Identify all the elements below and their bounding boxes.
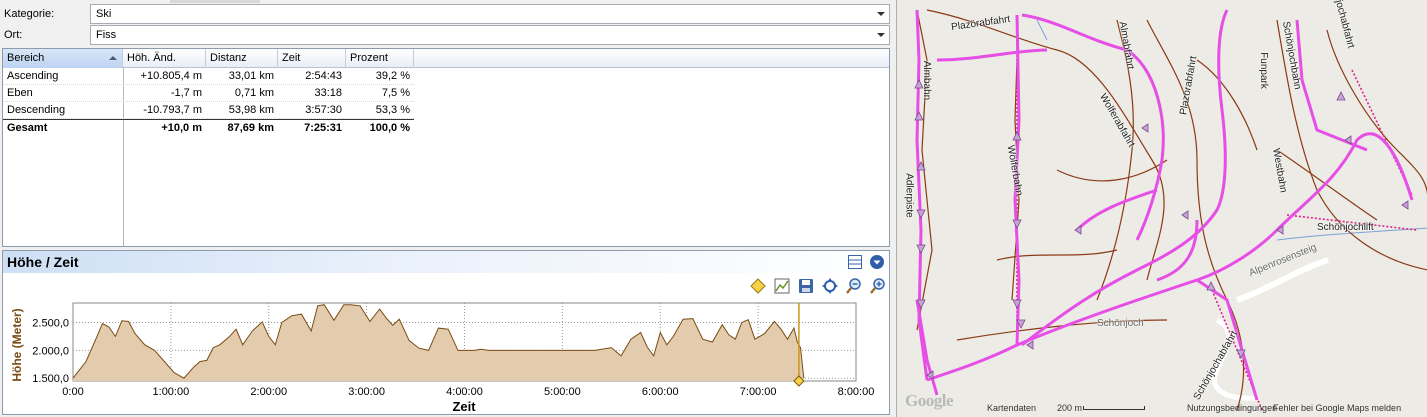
column-label: Zeit: [282, 52, 301, 64]
x-tick-label: 4:00:00: [446, 386, 483, 398]
cell-distanz: 87,69 km: [227, 122, 274, 134]
location-value: Fiss: [96, 29, 117, 41]
category-value: Ski: [96, 8, 112, 20]
map-view[interactable]: Plazörabfahrt Almabfahrt Almbahn Plazöra…: [896, 0, 1427, 417]
map-terms-link[interactable]: Nutzungsbedingungen: [1187, 403, 1277, 413]
zoom-fit-icon[interactable]: [821, 277, 839, 295]
x-tick-label: 3:00:00: [348, 386, 385, 398]
cell-distanz: 0,71 km: [234, 87, 274, 99]
chevron-down-icon[interactable]: [872, 26, 889, 44]
location-row: Ort: Fiss: [0, 25, 893, 46]
top-tab-strip: [170, 0, 260, 3]
cell-bereich: Ascending: [7, 70, 59, 82]
marker-icon[interactable]: [749, 277, 767, 295]
map-label: Schönjoch: [1097, 318, 1144, 329]
cell-hoehe: +10.805,4 m: [140, 70, 202, 82]
y-tick-label: 2.500,0: [32, 318, 69, 330]
column-label: Prozent: [350, 52, 388, 64]
google-logo[interactable]: Google: [905, 391, 954, 411]
x-axis-label: Zeit: [452, 399, 476, 414]
x-tick-label: 0:00: [62, 386, 83, 398]
map-scale-bar: [1083, 406, 1145, 410]
x-tick-label: 7:00:00: [740, 386, 777, 398]
table-row[interactable]: Ascending +10.805,4 m 33,01 km 2:54:43 3…: [3, 68, 414, 85]
cell-hoehe: -1,7 m: [170, 87, 202, 99]
column-header-bereich[interactable]: Bereich: [3, 49, 123, 68]
cell-zeit: 2:54:43: [305, 70, 342, 82]
category-select[interactable]: Ski: [90, 4, 890, 24]
column-header-hoehe[interactable]: Höh. Änd.: [123, 49, 206, 68]
cell-hoehe: +10,0 m: [161, 122, 202, 134]
table-row[interactable]: Descending -10.793,7 m 53,98 km 3:57:30 …: [3, 102, 414, 119]
y-tick-label: 2.000,0: [32, 345, 69, 357]
chevron-down-icon[interactable]: [872, 5, 889, 23]
map-label: Adlerpiste: [903, 173, 915, 218]
table-row[interactable]: Eben -1,7 m 0,71 km 33:18 7,5 %: [3, 85, 414, 102]
table-row-total[interactable]: Gesamt +10,0 m 87,69 km 7:25:31 100,0 %: [3, 119, 414, 136]
cell-prozent: 7,5 %: [381, 87, 410, 99]
x-tick-label: 1:00:00: [153, 386, 190, 398]
statistics-table: Bereich Höh. Änd. Distanz Zeit Prozent A…: [2, 48, 890, 247]
table-header: Bereich Höh. Änd. Distanz Zeit Prozent: [3, 49, 889, 68]
x-tick-label: 8:00:00: [838, 386, 875, 398]
cell-prozent: 100,0 %: [369, 122, 410, 134]
cell-distanz: 53,98 km: [228, 104, 274, 116]
save-icon[interactable]: [797, 277, 815, 295]
x-tick-label: 6:00:00: [642, 386, 679, 398]
column-label: Bereich: [7, 52, 45, 64]
piste-lines: [916, 9, 1427, 411]
y-tick-label: 1.500,0: [32, 373, 69, 385]
x-tick-label: 5:00:00: [544, 386, 581, 398]
map-data-credit[interactable]: Kartendaten: [987, 403, 1036, 413]
column-header-prozent[interactable]: Prozent: [346, 49, 414, 68]
collapse-icon[interactable]: [869, 254, 885, 270]
zoom-in-icon[interactable]: [869, 277, 887, 295]
cell-distanz: 33,01 km: [228, 70, 274, 82]
cell-zeit: 3:57:30: [305, 104, 342, 116]
map-label: Funpark: [1257, 52, 1269, 89]
chart-panel-header: Höhe / Zeit: [3, 251, 889, 273]
cell-prozent: 53,3 %: [375, 104, 410, 116]
sort-ascending-icon: [109, 56, 117, 60]
cell-zeit: 33:18: [314, 87, 342, 99]
map-label: Schönjochlift: [1317, 222, 1374, 233]
elevation-chart-panel: Höhe / Zeit 0:00 1:00:00 2:00:00 3:00:00…: [2, 250, 890, 415]
category-label: Kategorie:: [4, 8, 55, 20]
column-header-distanz[interactable]: Distanz: [206, 49, 278, 68]
map-canvas[interactable]: [897, 0, 1427, 417]
cell-bereich: Gesamt: [7, 122, 48, 134]
column-header-zeit[interactable]: Zeit: [278, 49, 346, 68]
x-tick-label: 2:00:00: [250, 386, 287, 398]
zoom-out-icon[interactable]: [845, 277, 863, 295]
elevation-chart[interactable]: 0:00 1:00:00 2:00:00 3:00:00 4:00:00 5:00:00 6…: [3, 295, 889, 415]
layout-icon[interactable]: [847, 254, 863, 270]
chart-settings-icon[interactable]: [773, 277, 791, 295]
column-label: Distanz: [210, 52, 247, 64]
cell-bereich: Eben: [7, 87, 33, 99]
column-label: Höh. Änd.: [127, 52, 176, 64]
cell-hoehe: -10.793,7 m: [143, 104, 202, 116]
chart-title: Höhe / Zeit: [7, 254, 79, 270]
y-axis-label: Höhe (Meter): [10, 308, 24, 381]
cell-prozent: 39,2 %: [375, 70, 410, 82]
map-report-link[interactable]: Fehler bei Google Maps melden: [1273, 403, 1401, 413]
map-label: Almbahn: [921, 60, 933, 101]
location-select[interactable]: Fiss: [90, 25, 890, 45]
cell-zeit: 7:25:31: [304, 122, 342, 134]
location-label: Ort:: [4, 29, 23, 41]
category-row: Kategorie: Ski: [0, 4, 893, 25]
cell-bereich: Descending: [7, 104, 66, 116]
map-scale-label: 200 m: [1057, 403, 1083, 413]
